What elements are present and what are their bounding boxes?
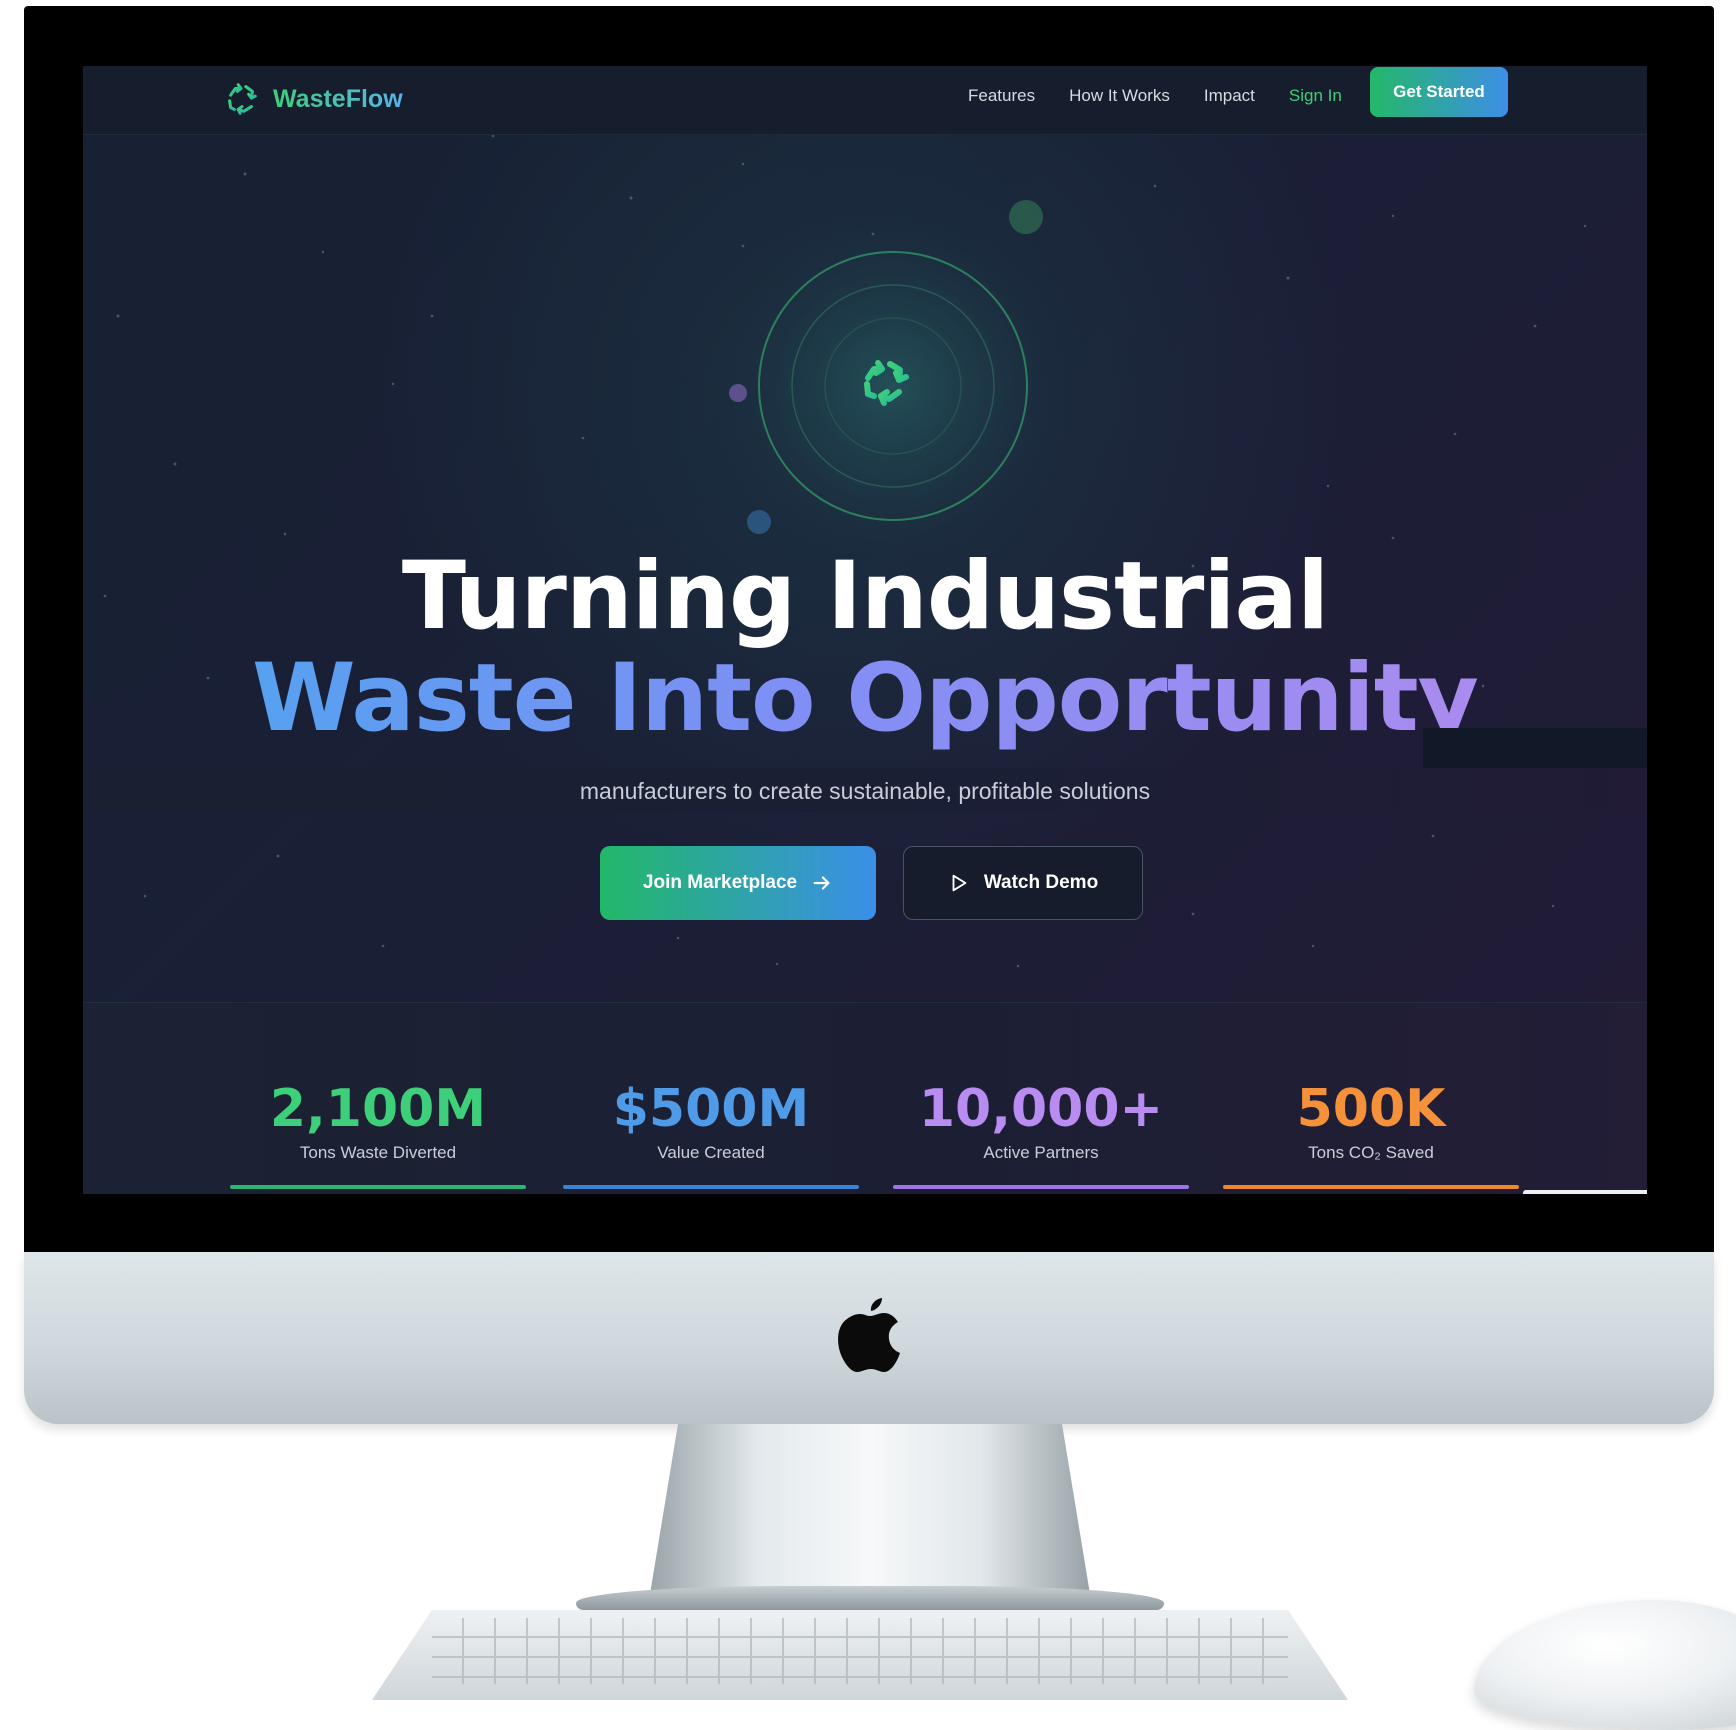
stat-value: $500M xyxy=(612,1079,810,1139)
watch-demo-button[interactable]: Watch Demo xyxy=(903,846,1143,920)
join-marketplace-label: Join Marketplace xyxy=(642,872,798,893)
hero-subtitle: manufacturers to create sustainable, pro… xyxy=(579,778,1151,804)
nav-links: Features How It Works Impact Sign In xyxy=(968,86,1342,106)
stat-label: Value Created xyxy=(657,1143,765,1162)
stat-label: Tons CO₂ Saved xyxy=(1308,1143,1434,1162)
top-navbar: WasteFlow Features How It Works Impact S… xyxy=(83,66,1647,135)
keyboard-keys xyxy=(432,1618,1288,1684)
arrow-right-icon xyxy=(813,876,830,890)
nav-link-sign-in[interactable]: Sign In xyxy=(1289,86,1342,106)
headline-line-1: Turning Industrial xyxy=(401,542,1329,651)
stat-co2-saved: 500K Tons CO₂ Saved xyxy=(1223,1081,1519,1191)
stats-section: 2,100M Tons Waste Diverted $500M Value C… xyxy=(83,1002,1647,1194)
hero-headline: Turning Industrial Waste Into Opportunit… xyxy=(83,546,1647,750)
nav-link-impact[interactable]: Impact xyxy=(1204,86,1255,106)
browser-screen: WasteFlow Features How It Works Impact S… xyxy=(83,66,1647,1194)
brand-name: WasteFlow xyxy=(273,84,403,113)
stat-underline xyxy=(230,1185,526,1189)
headline-line-2: Waste Into Opportunity xyxy=(83,648,1647,750)
stat-waste-diverted: 2,100M Tons Waste Diverted xyxy=(230,1081,526,1191)
stat-value: 500K xyxy=(1296,1079,1446,1139)
get-started-button[interactable]: Get Started xyxy=(1370,67,1508,117)
nav-link-how-it-works[interactable]: How It Works xyxy=(1069,86,1170,106)
stat-underline xyxy=(1223,1185,1519,1189)
screen-corner-glint xyxy=(1523,1190,1647,1194)
nav-link-features[interactable]: Features xyxy=(968,86,1035,106)
monitor-stand-neck xyxy=(650,1424,1090,1594)
watch-demo-label: Watch Demo xyxy=(983,872,1099,893)
stat-value-created: $500M Value Created xyxy=(563,1081,859,1191)
recycle-icon xyxy=(228,83,257,115)
stat-underline xyxy=(893,1185,1189,1189)
join-marketplace-button[interactable]: Join Marketplace xyxy=(600,846,876,920)
stat-value: 10,000+ xyxy=(918,1079,1164,1139)
mouse xyxy=(1474,1600,1736,1730)
stat-value: 2,100M xyxy=(269,1079,487,1139)
play-icon xyxy=(952,874,967,892)
stat-active-partners: 10,000+ Active Partners xyxy=(893,1081,1189,1191)
brand-logo[interactable]: WasteFlow xyxy=(223,76,403,122)
stat-label: Active Partners xyxy=(983,1143,1099,1162)
stat-underline xyxy=(563,1185,859,1189)
hero-recycle-graphic xyxy=(713,200,1073,566)
stat-label: Tons Waste Diverted xyxy=(299,1143,457,1162)
apple-logo-icon xyxy=(838,1298,900,1372)
monitor-stand-foot xyxy=(576,1586,1164,1610)
